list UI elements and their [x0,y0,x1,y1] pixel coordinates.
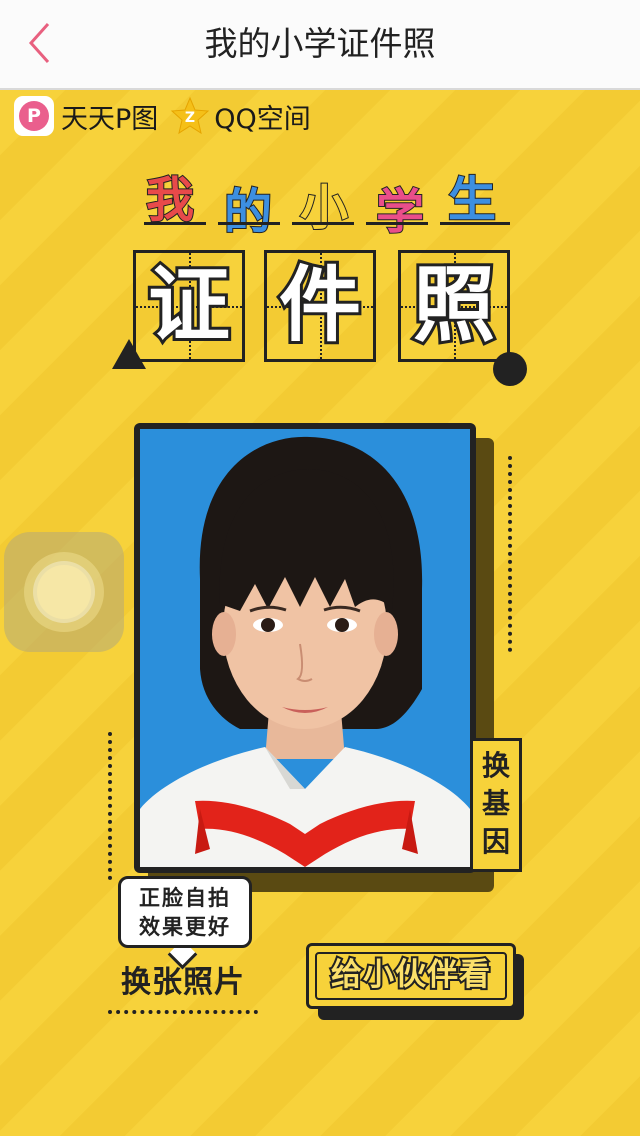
qzone-star-icon: Z [171,96,210,135]
brand-row: P 天天P图 Z QQ空间 [14,96,311,136]
id-photo-portrait [140,429,470,867]
heading-box-char: 件 [276,255,364,356]
heading-underline [144,222,206,225]
circle-decoration [493,352,527,386]
heading-char: 生 [447,171,497,229]
id-photo[interactable] [140,429,470,867]
heading-char: 我 [145,171,195,229]
heading-underline [292,222,354,225]
heading-line-1: 我 的 小 学 生 [140,160,520,241]
svg-text:Z: Z [185,110,195,126]
heading-char: 学 [375,183,425,241]
share-to-friends-button[interactable]: 给小伙伴看 [306,943,516,1009]
heading-char: 小 [299,179,349,237]
heading-box: 证 [133,250,245,362]
heading-underline [218,222,280,225]
tip-line-2: 效果更好 [139,915,231,939]
pitu-logo-letter: P [19,101,49,131]
heading-box: 件 [264,250,376,362]
change-photo-button[interactable]: 换张照片 [108,962,258,1014]
page-title: 我的小学证件照 [204,24,436,63]
change-gene-label: 因 [481,825,510,858]
tip-bubble: 正脸自拍 效果更好 [118,876,252,948]
heading-box-char: 证 [145,255,233,356]
pitu-logo-icon: P [14,96,54,136]
change-gene-label: 基 [481,787,510,820]
heading-box: 照 [398,250,510,362]
change-gene-button[interactable]: 换 基 因 [470,738,522,872]
assistive-touch-button[interactable] [4,532,124,652]
nav-bar: 我的小学证件照 [0,0,640,90]
triangle-decoration [112,339,146,369]
heading-underline [366,222,428,225]
share-button-label: 给小伙伴看 [329,955,492,995]
tip-line-1: 正脸自拍 [139,886,231,910]
heading-char: 的 [223,183,273,241]
dotted-line-decoration [108,732,112,880]
pitu-name: 天天P图 [61,103,159,135]
heading-box-char: 照 [410,255,498,356]
heading-underline [440,222,510,225]
change-gene-label: 换 [481,749,510,782]
dotted-line-decoration [508,456,512,652]
qzone-name: QQ空间 [214,103,311,135]
